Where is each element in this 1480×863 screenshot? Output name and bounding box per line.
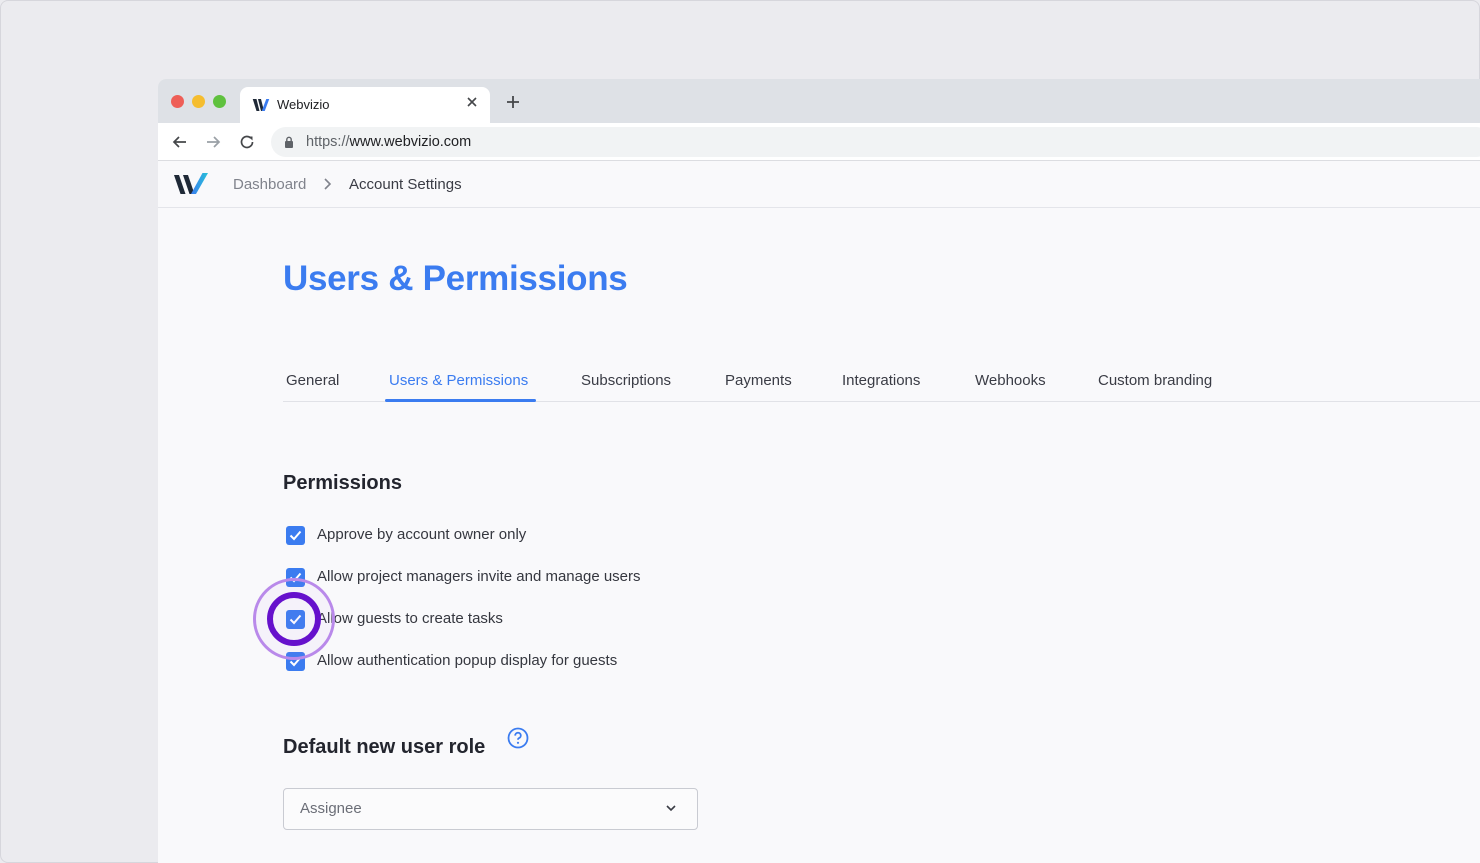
webvizio-logo[interactable]	[174, 172, 208, 196]
browser-tab[interactable]: Webvizio	[240, 87, 490, 123]
back-arrow-icon[interactable]	[171, 133, 189, 151]
page-title: Users & Permissions	[283, 259, 628, 298]
plus-icon[interactable]	[503, 93, 523, 113]
browser-window: Webvizio https://www.webvizio.com Dashbo…	[158, 79, 1480, 863]
chevron-right-icon	[324, 178, 332, 190]
tab-payments[interactable]: Payments	[725, 372, 792, 389]
forward-arrow-icon[interactable]	[204, 133, 222, 151]
permission-label: Approve by account owner only	[317, 526, 527, 543]
checkbox-checked[interactable]	[286, 526, 305, 545]
tab-webhooks[interactable]: Webhooks	[975, 372, 1046, 389]
active-tab-indicator	[385, 399, 536, 402]
tab-subscriptions[interactable]: Subscriptions	[581, 372, 671, 389]
settings-tabs: General Users & Permissions Subscription…	[283, 364, 1480, 402]
close-icon[interactable]	[464, 96, 480, 112]
tab-custom-branding[interactable]: Custom branding	[1098, 372, 1212, 389]
breadcrumb-account-settings: Account Settings	[349, 176, 462, 193]
tab-general[interactable]: General	[286, 372, 339, 389]
address-bar[interactable]: https://www.webvizio.com	[271, 127, 1480, 157]
tab-title: Webvizio	[277, 97, 330, 112]
chevron-down-icon	[666, 805, 676, 812]
click-highlight-inner-ring	[267, 592, 321, 646]
url-text: https://www.webvizio.com	[306, 134, 472, 150]
select-value: Assignee	[300, 800, 362, 817]
check-icon	[289, 530, 302, 541]
browser-toolbar: https://www.webvizio.com	[158, 123, 1480, 161]
maximize-window-button[interactable]	[213, 95, 226, 108]
default-role-select[interactable]: Assignee	[283, 788, 698, 830]
permission-label: Allow project managers invite and manage…	[317, 568, 641, 585]
tab-strip: Webvizio	[158, 79, 1480, 123]
webvizio-favicon-icon	[252, 99, 270, 111]
tab-integrations[interactable]: Integrations	[842, 372, 920, 389]
permission-label: Allow authentication popup display for g…	[317, 652, 618, 669]
breadcrumb-dashboard[interactable]: Dashboard	[233, 176, 306, 193]
app-header: Dashboard Account Settings	[158, 162, 1480, 208]
permission-label: Allow guests to create tasks	[317, 610, 503, 627]
close-window-button[interactable]	[171, 95, 184, 108]
lock-icon	[285, 136, 293, 148]
question-circle-icon[interactable]	[507, 727, 529, 749]
tab-users-permissions[interactable]: Users & Permissions	[389, 372, 528, 389]
minimize-window-button[interactable]	[192, 95, 205, 108]
default-role-heading: Default new user role	[283, 736, 486, 758]
permissions-heading: Permissions	[283, 472, 402, 494]
reload-icon[interactable]	[238, 133, 256, 151]
